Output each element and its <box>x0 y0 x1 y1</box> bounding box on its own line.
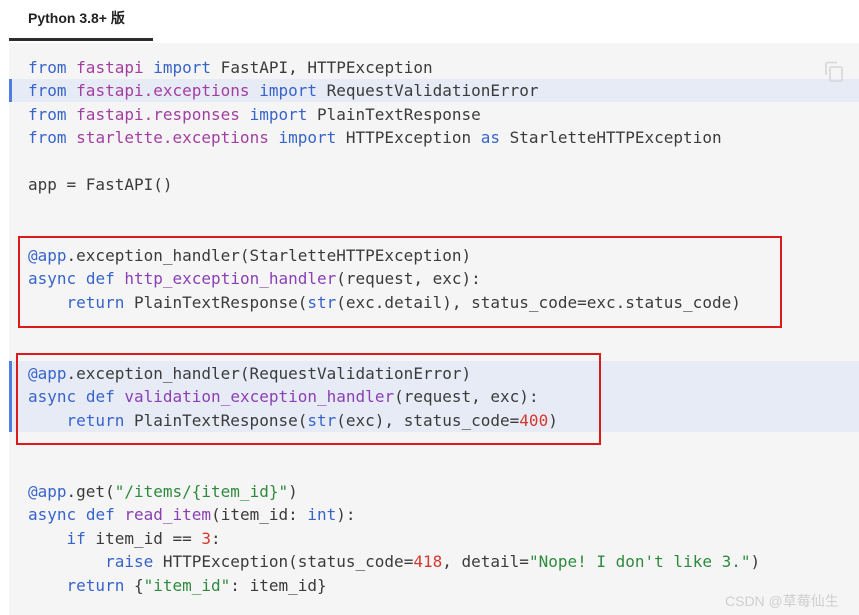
code-line-14: if item_id == 3: <box>66 529 221 548</box>
tab-label: Python 3.8+ 版 <box>28 10 125 26</box>
copy-icon <box>825 61 843 82</box>
csdn-watermark: CSDN @草莓仙生 <box>725 593 839 609</box>
highlight-box-http-handler <box>18 236 782 328</box>
code-line-1: from fastapi import FastAPI, HTTPExcepti… <box>28 58 433 77</box>
code-line-13: async def read_item(item_id: int): <box>28 505 356 524</box>
tab-bar: Python 3.8+ 版 <box>0 0 859 41</box>
code-line-3: from fastapi.responses import PlainTextR… <box>28 105 481 124</box>
code-line-15: raise HTTPException(status_code=418, det… <box>105 552 761 571</box>
tab-python-38[interactable]: Python 3.8+ 版 <box>9 0 153 41</box>
code-line-16: return {"item_id": item_id} <box>66 576 327 595</box>
code-block: from fastapi import FastAPI, HTTPExcepti… <box>9 43 859 615</box>
code-line-12: @app.get("/items/{item_id}") <box>28 482 298 501</box>
highlight-box-validation-handler <box>16 353 601 445</box>
code-line-4: from starlette.exceptions import HTTPExc… <box>28 128 722 147</box>
copy-button[interactable] <box>815 53 851 85</box>
code-line-2: from fastapi.exceptions import RequestVa… <box>28 81 539 100</box>
code-line-5: app = FastAPI() <box>28 175 173 194</box>
